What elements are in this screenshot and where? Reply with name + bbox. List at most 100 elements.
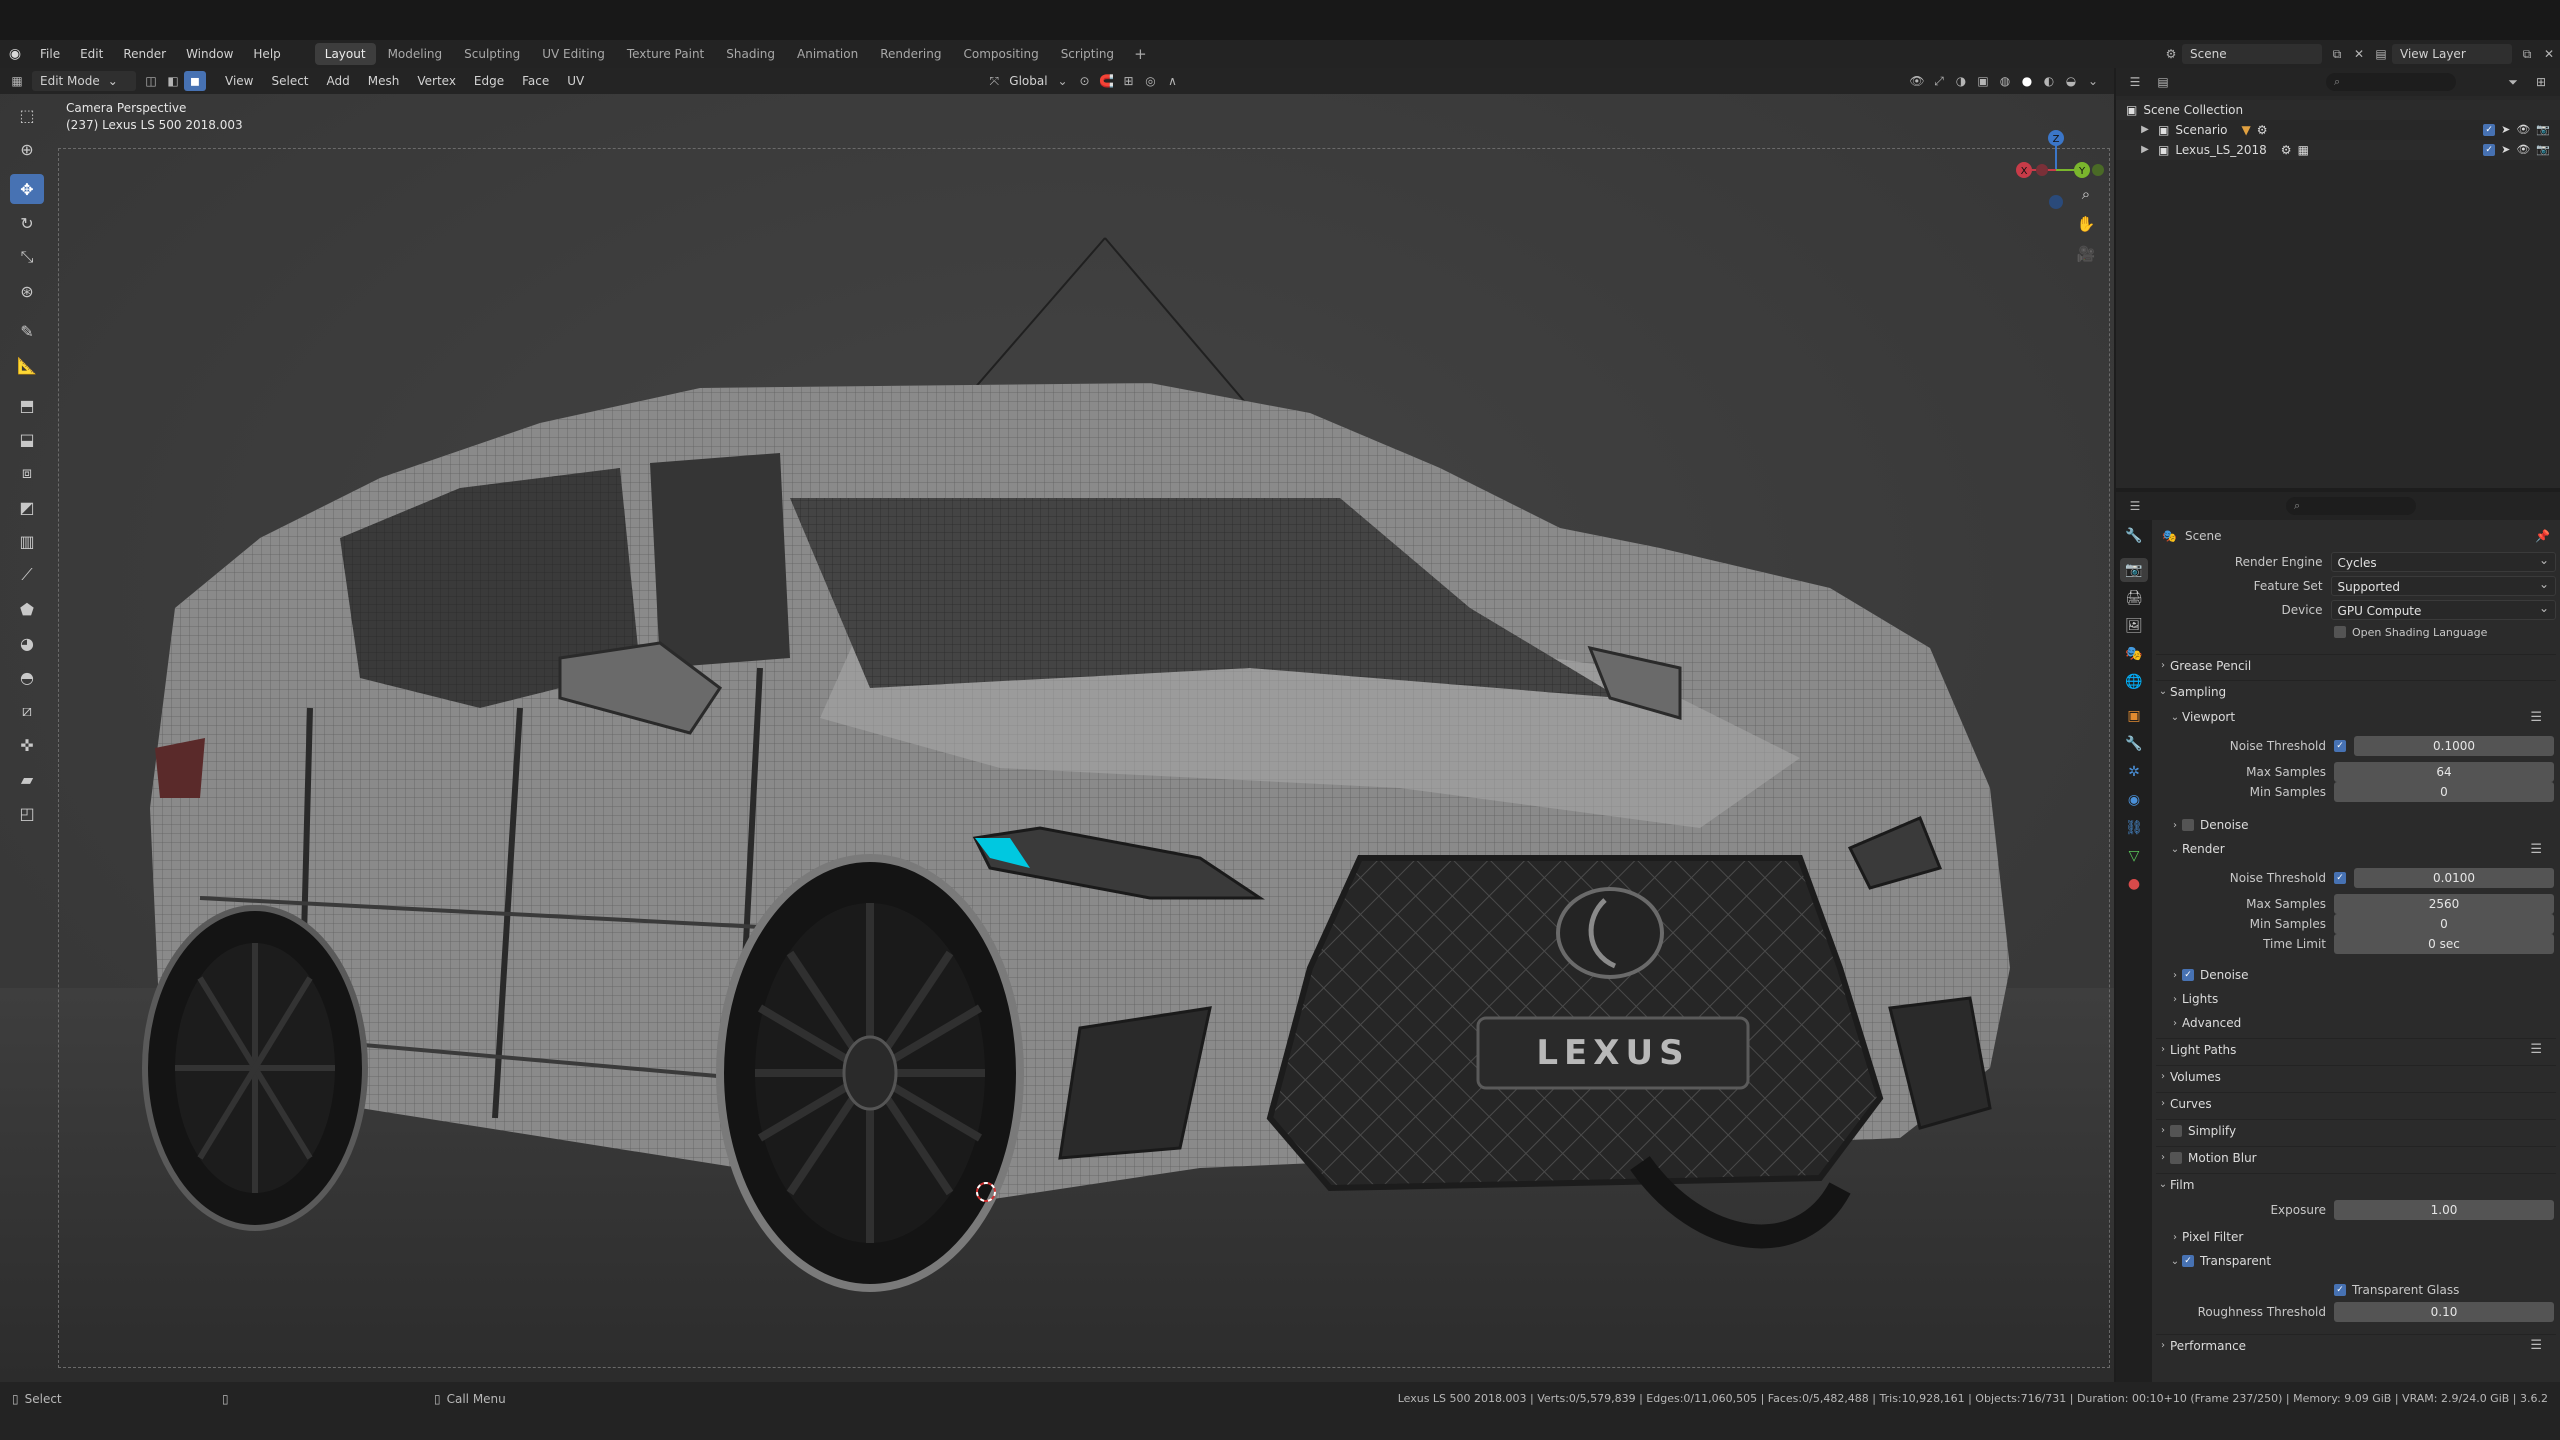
solid-shading-icon[interactable]: ● — [2016, 71, 2038, 91]
osl-checkbox[interactable] — [2334, 626, 2346, 638]
new-view-layer-icon[interactable]: ⧉ — [2516, 44, 2538, 64]
presets-list-icon[interactable]: ☰ — [2530, 710, 2542, 725]
data-tab-icon[interactable]: ▽ — [2120, 844, 2148, 868]
cursor-tool-icon[interactable]: ⊕ — [10, 134, 44, 164]
delete-view-layer-icon[interactable]: ✕ — [2538, 44, 2560, 64]
pin-icon[interactable]: 📌 — [2535, 529, 2550, 543]
wireframe-shading-icon[interactable]: ◍ — [1994, 71, 2016, 91]
select-box-tool-icon[interactable]: ⬚ — [10, 100, 44, 130]
r-noise-threshold-field[interactable]: 0.0100 — [2354, 868, 2554, 888]
physics-tab-icon[interactable]: ◉ — [2120, 788, 2148, 812]
outliner-editor-type-icon[interactable]: ☰ — [2124, 72, 2146, 92]
section-performance[interactable]: › Performance ☰ — [2156, 1334, 2556, 1356]
annotate-tool-icon[interactable]: ✎ — [10, 316, 44, 346]
vp-min-samples-field[interactable]: 0 — [2334, 782, 2554, 802]
vp-menu-face[interactable]: Face — [513, 74, 558, 88]
spin-tool-icon[interactable]: ◕ — [10, 628, 44, 658]
xray-toggle-icon[interactable]: ▣ — [1972, 71, 1994, 91]
properties-search-input[interactable]: ⌕ — [2286, 497, 2416, 515]
rotate-tool-icon[interactable]: ↻ — [10, 208, 44, 238]
scale-tool-icon[interactable]: ⤡ — [10, 242, 44, 272]
tab-compositing[interactable]: Compositing — [953, 43, 1048, 65]
r-min-samples-field[interactable]: 0 — [2334, 914, 2554, 934]
subsection-advanced[interactable]: › Advanced — [2156, 1012, 2556, 1034]
measure-tool-icon[interactable]: 📐 — [10, 350, 44, 380]
transform-tool-icon[interactable]: ⊛ — [10, 276, 44, 306]
world-tab-icon[interactable]: 🌐 — [2120, 670, 2148, 694]
edge-select-icon[interactable]: ◧ — [162, 71, 184, 91]
modifier-tab-icon[interactable]: 🔧 — [2120, 732, 2148, 756]
feature-set-dropdown[interactable]: Supported — [2330, 574, 2556, 596]
pan-hand-icon[interactable]: ✋ — [2072, 210, 2100, 238]
subsection-lights[interactable]: › Lights — [2156, 988, 2556, 1010]
menu-file[interactable]: File — [30, 40, 70, 68]
view-layer-icon[interactable]: ▤ — [2370, 44, 2392, 64]
exclude-checkbox[interactable]: ✓ — [2483, 144, 2496, 156]
vp-menu-view[interactable]: View — [216, 74, 262, 88]
orientation-dropdown[interactable]: Global — [1005, 74, 1051, 88]
inset-tool-icon[interactable]: ⧈ — [10, 458, 44, 488]
outliner-scene-collection[interactable]: ▣ Scene Collection — [2116, 100, 2560, 120]
section-curves[interactable]: › Curves — [2156, 1092, 2556, 1114]
render-tab-icon[interactable]: 📷 — [2120, 558, 2148, 582]
material-shading-icon[interactable]: ◐ — [2038, 71, 2060, 91]
mode-dropdown[interactable]: Edit Mode ⌄ — [32, 71, 136, 91]
tab-scripting[interactable]: Scripting — [1051, 43, 1124, 65]
vp-menu-vertex[interactable]: Vertex — [408, 74, 465, 88]
render-engine-dropdown[interactable]: Cycles — [2330, 550, 2556, 572]
transparent-checkbox[interactable]: ✓ — [2182, 1255, 2194, 1267]
vp-menu-select[interactable]: Select — [262, 74, 317, 88]
subsection-pixel-filter[interactable]: › Pixel Filter — [2156, 1226, 2556, 1248]
subsection-denoise-viewport[interactable]: › Denoise — [2156, 814, 2556, 836]
eye-icon[interactable]: 👁 — [2516, 120, 2530, 140]
overlay-toggle-icon[interactable]: ◑ — [1950, 71, 1972, 91]
tab-uv-editing[interactable]: UV Editing — [532, 43, 615, 65]
outliner-item-scenario[interactable]: ▶ ▣ Scenario ▼ ⚙ ✓ ➤ 👁 📷 — [2116, 120, 2560, 140]
add-cube-tool-icon[interactable]: ⬒ — [10, 390, 44, 420]
subsection-denoise-render[interactable]: › ✓ Denoise — [2156, 964, 2556, 986]
subsection-viewport[interactable]: ⌄ Viewport ☰ — [2156, 706, 2556, 728]
tab-texture-paint[interactable]: Texture Paint — [617, 43, 714, 65]
vp-max-samples-field[interactable]: 64 — [2334, 762, 2554, 782]
loop-cut-tool-icon[interactable]: ▥ — [10, 526, 44, 556]
r-max-samples-field[interactable]: 2560 — [2334, 894, 2554, 914]
section-volumes[interactable]: › Volumes — [2156, 1065, 2556, 1087]
move-tool-icon[interactable]: ✥ — [10, 174, 44, 204]
camera-render-icon[interactable]: 📷 — [2536, 120, 2550, 140]
tab-modeling[interactable]: Modeling — [378, 43, 453, 65]
tab-sculpting[interactable]: Sculpting — [454, 43, 530, 65]
properties-editor-type-icon[interactable]: ☰ — [2124, 496, 2146, 516]
device-dropdown[interactable]: GPU Compute — [2330, 598, 2556, 620]
vp-noise-threshold-field[interactable]: 0.1000 — [2354, 736, 2554, 756]
tab-animation[interactable]: Animation — [787, 43, 868, 65]
view-layer-tab-icon[interactable]: 🖼 — [2120, 614, 2148, 638]
transparent-glass-checkbox[interactable]: ✓ — [2334, 1284, 2346, 1296]
transform-orientation-icon[interactable]: ⤧ — [983, 71, 1005, 91]
knife-tool-icon[interactable]: ⟋ — [10, 560, 44, 590]
edge-slide-tool-icon[interactable]: ⧄ — [10, 696, 44, 726]
vertex-select-icon[interactable]: ◫ — [140, 71, 162, 91]
section-grease-pencil[interactable]: › Grease Pencil — [2156, 654, 2556, 676]
bevel-tool-icon[interactable]: ◩ — [10, 492, 44, 522]
motion-blur-checkbox[interactable] — [2170, 1151, 2182, 1164]
snap-target-icon[interactable]: ⊞ — [1118, 71, 1140, 91]
new-scene-icon[interactable]: ⧉ — [2326, 44, 2348, 64]
vp-noise-threshold-checkbox[interactable]: ✓ — [2334, 740, 2346, 752]
snap-icon[interactable]: 🧲 — [1096, 71, 1118, 91]
vp-menu-uv[interactable]: UV — [558, 74, 593, 88]
roughness-threshold-field[interactable]: 0.10 — [2334, 1302, 2554, 1322]
new-collection-icon[interactable]: ⊞ — [2530, 72, 2552, 92]
gizmo-toggle-icon[interactable]: ⤢ — [1928, 71, 1950, 91]
scene-tab-icon[interactable]: 🎭 — [2120, 642, 2148, 666]
section-simplify[interactable]: › Simplify — [2156, 1119, 2556, 1141]
menu-edit[interactable]: Edit — [70, 40, 113, 68]
vp-menu-mesh[interactable]: Mesh — [359, 74, 409, 88]
smooth-tool-icon[interactable]: ◓ — [10, 662, 44, 692]
expand-arrow-icon[interactable]: ▶ — [2138, 120, 2152, 140]
section-motion-blur[interactable]: › Motion Blur — [2156, 1146, 2556, 1168]
exclude-checkbox[interactable]: ✓ — [2483, 124, 2496, 136]
menu-help[interactable]: Help — [243, 40, 290, 68]
camera-render-icon[interactable]: 📷 — [2536, 140, 2550, 160]
blender-logo-icon[interactable]: ◉ — [0, 40, 30, 68]
poly-build-tool-icon[interactable]: ⬟ — [10, 594, 44, 624]
